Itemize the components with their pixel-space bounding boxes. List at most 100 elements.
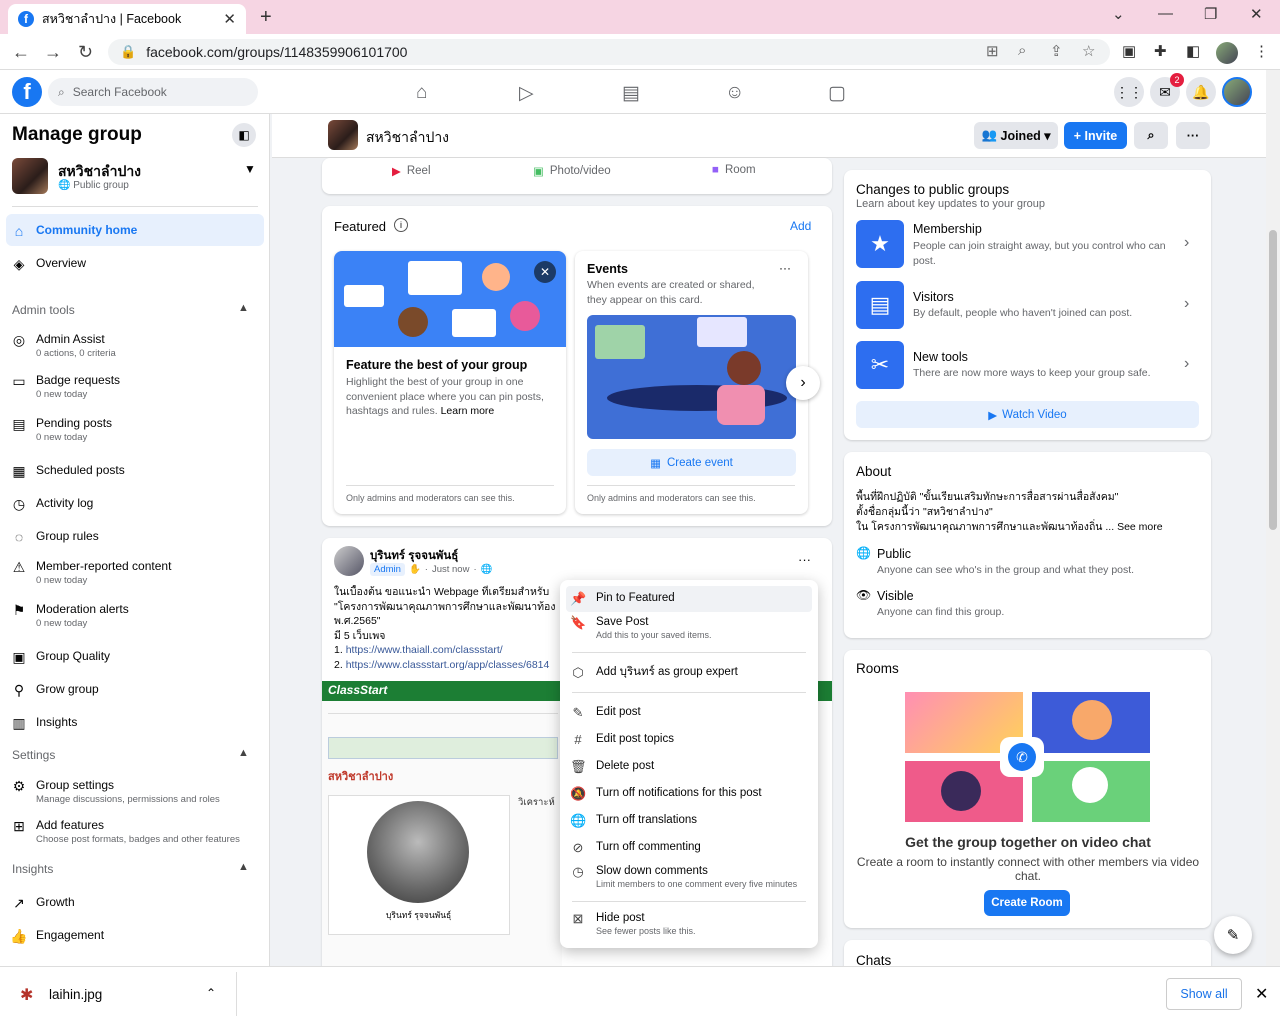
groups-nav-icon[interactable]: ☺ bbox=[725, 82, 744, 104]
menu-item-hide-post[interactable]: ⊠ Hide post See fewer posts like this. bbox=[570, 911, 696, 937]
extension-square-icon[interactable]: ▣ bbox=[1122, 42, 1136, 60]
address-bar[interactable]: 🔒 facebook.com/groups/1148359906101700 bbox=[108, 39, 1110, 65]
featured-add-link[interactable]: Add bbox=[790, 219, 811, 233]
collapse-sidebar-icon[interactable]: ◧ bbox=[232, 123, 256, 147]
sidebar-item-add-features[interactable]: ⊞ Add features Choose post formats, badge… bbox=[10, 818, 240, 846]
reel-button[interactable]: ▶ Reel bbox=[392, 164, 431, 178]
sidebar-item-grow-group[interactable]: ⚲ Grow group bbox=[10, 682, 99, 698]
sidebar-item-scheduled-posts[interactable]: ▦ Scheduled posts bbox=[10, 463, 124, 479]
sidebar-item-group-quality[interactable]: ▣ Group Quality bbox=[10, 649, 110, 665]
create-event-button[interactable]: ▦ Create event bbox=[587, 449, 796, 476]
page-scrollbar[interactable] bbox=[1266, 70, 1280, 966]
sidebar-item-admin-assist[interactable]: ◎ Admin Assist 0 actions, 0 criteria bbox=[10, 332, 116, 360]
menu-item-pin-to-featured[interactable]: 📌 Pin to Featured bbox=[570, 591, 675, 607]
sidebar-item-member-reported-content[interactable]: ⚠ Member-reported content 0 new today bbox=[10, 559, 172, 587]
photo-video-button[interactable]: ▣ Photo/video bbox=[533, 164, 611, 178]
group-more-button[interactable]: ··· bbox=[1176, 122, 1210, 149]
changes-item-membership[interactable]: ★ Membership People can join straight aw… bbox=[856, 220, 1200, 274]
changes-item-new-tools[interactable]: ✂ New tools There are now more ways to k… bbox=[856, 341, 1200, 395]
post-link-1[interactable]: https://www.thaiall.com/classstart/ bbox=[346, 644, 503, 656]
events-more-icon[interactable]: ··· bbox=[779, 261, 791, 275]
reload-icon[interactable]: ↻ bbox=[78, 42, 93, 63]
new-tab-icon[interactable]: + bbox=[260, 6, 272, 29]
browser-tab[interactable]: f สหวิชาลำปาง | Facebook ✕ bbox=[8, 4, 246, 34]
menu-item-turn-off-translations[interactable]: 🌐 Turn off translations bbox=[570, 813, 697, 829]
sidebar-item-community-home[interactable]: ⌂ Community home bbox=[10, 223, 138, 239]
chevron-up-icon[interactable]: ▲ bbox=[238, 747, 249, 759]
menu-item-edit-post[interactable]: ✎ Edit post bbox=[570, 705, 641, 721]
chevron-up-icon[interactable]: ▲ bbox=[238, 302, 249, 314]
profile-avatar[interactable] bbox=[1216, 42, 1238, 64]
menu-item-turn-off-commenting[interactable]: ⊘ Turn off commenting bbox=[570, 840, 701, 856]
post-author-avatar[interactable] bbox=[334, 546, 364, 576]
account-avatar[interactable] bbox=[1222, 77, 1252, 107]
scrollbar-thumb[interactable] bbox=[1269, 230, 1277, 530]
sidebar-item-insights[interactable]: ▥ Insights bbox=[10, 715, 77, 731]
sidebar-item-engagement[interactable]: 👍 Engagement bbox=[10, 928, 104, 944]
create-room-button[interactable]: Create Room bbox=[984, 890, 1070, 916]
learn-more-link[interactable]: Learn more bbox=[441, 405, 495, 417]
download-options-chevron-icon[interactable]: ⌃ bbox=[206, 986, 216, 1000]
close-window-icon[interactable]: ✕ bbox=[1250, 5, 1263, 23]
see-more-link[interactable]: See more bbox=[1117, 521, 1163, 533]
post-time[interactable]: Just now bbox=[432, 564, 470, 575]
menu-item-delete-post[interactable]: 🗑 Delete post bbox=[570, 759, 654, 775]
sidebar-item-overview[interactable]: ◈ Overview bbox=[10, 256, 86, 272]
joined-button[interactable]: 👥 Joined ▾ bbox=[974, 122, 1058, 149]
report-icon: ⚠ bbox=[12, 559, 26, 575]
new-message-icon[interactable]: ✎ bbox=[1214, 916, 1252, 954]
minimize-icon[interactable]: — bbox=[1158, 5, 1173, 22]
switch-group-caret-icon[interactable]: ▼ bbox=[244, 162, 256, 176]
sidebar-item-moderation-alerts[interactable]: ⚑ Moderation alerts 0 new today bbox=[10, 602, 129, 630]
sidebar-item-growth[interactable]: ↗ Growth bbox=[10, 895, 75, 911]
bookmark-star-icon[interactable]: ☆ bbox=[1082, 42, 1095, 60]
watch-video-button[interactable]: ▶ Watch Video bbox=[856, 401, 1199, 428]
forward-icon[interactable]: → bbox=[44, 42, 62, 63]
zoom-icon[interactable]: ⌕ bbox=[1018, 42, 1026, 59]
marketplace-nav-icon[interactable]: ▤ bbox=[622, 82, 640, 105]
facebook-logo-icon[interactable]: f bbox=[12, 77, 42, 107]
room-button[interactable]: ■ Room bbox=[712, 164, 756, 176]
translate-icon[interactable]: ⊞ bbox=[986, 42, 999, 60]
tab-search-chevron-icon[interactable]: ⌄ bbox=[1112, 5, 1125, 23]
search-input[interactable]: ⌕ Search Facebook bbox=[48, 78, 258, 106]
gaming-nav-icon[interactable]: ▢ bbox=[828, 82, 846, 105]
browser-menu-icon[interactable]: ⋮ bbox=[1254, 42, 1269, 60]
info-icon[interactable]: i bbox=[394, 218, 408, 232]
menu-item-edit-post-topics[interactable]: # Edit post topics bbox=[570, 732, 674, 747]
download-file-name[interactable]: laihin.jpg bbox=[49, 987, 102, 1002]
maximize-icon[interactable]: ❐ bbox=[1204, 5, 1217, 23]
group-header-thumbnail[interactable] bbox=[328, 120, 358, 150]
back-icon[interactable]: ← bbox=[12, 42, 30, 63]
notifications-bell-icon[interactable]: 🔔 bbox=[1186, 77, 1216, 107]
post-link-2[interactable]: https://www.classstart.org/app/classes/6… bbox=[346, 659, 550, 671]
close-tab-icon[interactable]: ✕ bbox=[223, 10, 236, 28]
dismiss-feature-icon[interactable]: ✕ bbox=[534, 261, 556, 283]
share-icon[interactable]: ⇪ bbox=[1050, 42, 1063, 60]
changes-item-visitors[interactable]: ▤ Visitors By default, people who haven'… bbox=[856, 281, 1200, 335]
extensions-puzzle-icon[interactable]: ✚ bbox=[1154, 42, 1167, 60]
invite-button[interactable]: + Invite bbox=[1064, 122, 1127, 149]
menu-grid-icon[interactable]: ⋮⋮ bbox=[1114, 77, 1144, 107]
chevron-up-icon[interactable]: ▲ bbox=[238, 861, 249, 873]
sidebar-item-pending-posts[interactable]: ▤ Pending posts 0 new today bbox=[10, 416, 112, 444]
classstart-preview-body[interactable]: สหวิชาลำปาง บุรินทร์ รุจจนพันธุ์ วิเคราะ… bbox=[322, 701, 562, 966]
home-nav-icon[interactable]: ⌂ bbox=[416, 82, 427, 104]
group-thumbnail[interactable] bbox=[12, 158, 48, 194]
next-featured-chevron-icon[interactable]: › bbox=[786, 366, 820, 400]
show-all-downloads-button[interactable]: Show all bbox=[1166, 978, 1242, 1010]
post-options-icon[interactable]: ··· bbox=[798, 552, 811, 567]
group-header-name[interactable]: สหวิชาลำปาง bbox=[366, 127, 449, 149]
side-panel-icon[interactable]: ◧ bbox=[1186, 42, 1200, 60]
group-search-button[interactable]: ⌕ bbox=[1134, 122, 1168, 149]
watch-nav-icon[interactable]: ▷ bbox=[519, 82, 534, 105]
menu-item-slow-down-comments[interactable]: ◷ Slow down comments Limit members to one … bbox=[570, 864, 797, 890]
menu-item-save-post[interactable]: 🔖 Save Post Add this to your saved items. bbox=[570, 615, 712, 641]
sidebar-item-group-rules[interactable]: ◌ Group rules bbox=[10, 529, 99, 545]
menu-item-add-group-expert[interactable]: ⬡ Add บุรินทร์ as group expert bbox=[570, 665, 738, 681]
close-download-bar-icon[interactable]: ✕ bbox=[1255, 984, 1268, 1004]
sidebar-item-group-settings[interactable]: ⚙ Group settings Manage discussions, perm… bbox=[10, 778, 220, 806]
sidebar-item-activity-log[interactable]: ◷ Activity log bbox=[10, 496, 93, 512]
menu-item-turn-off-notifications[interactable]: 🔕 Turn off notifications for this post bbox=[570, 786, 762, 802]
sidebar-item-badge-requests[interactable]: ▭ Badge requests 0 new today bbox=[10, 373, 120, 401]
